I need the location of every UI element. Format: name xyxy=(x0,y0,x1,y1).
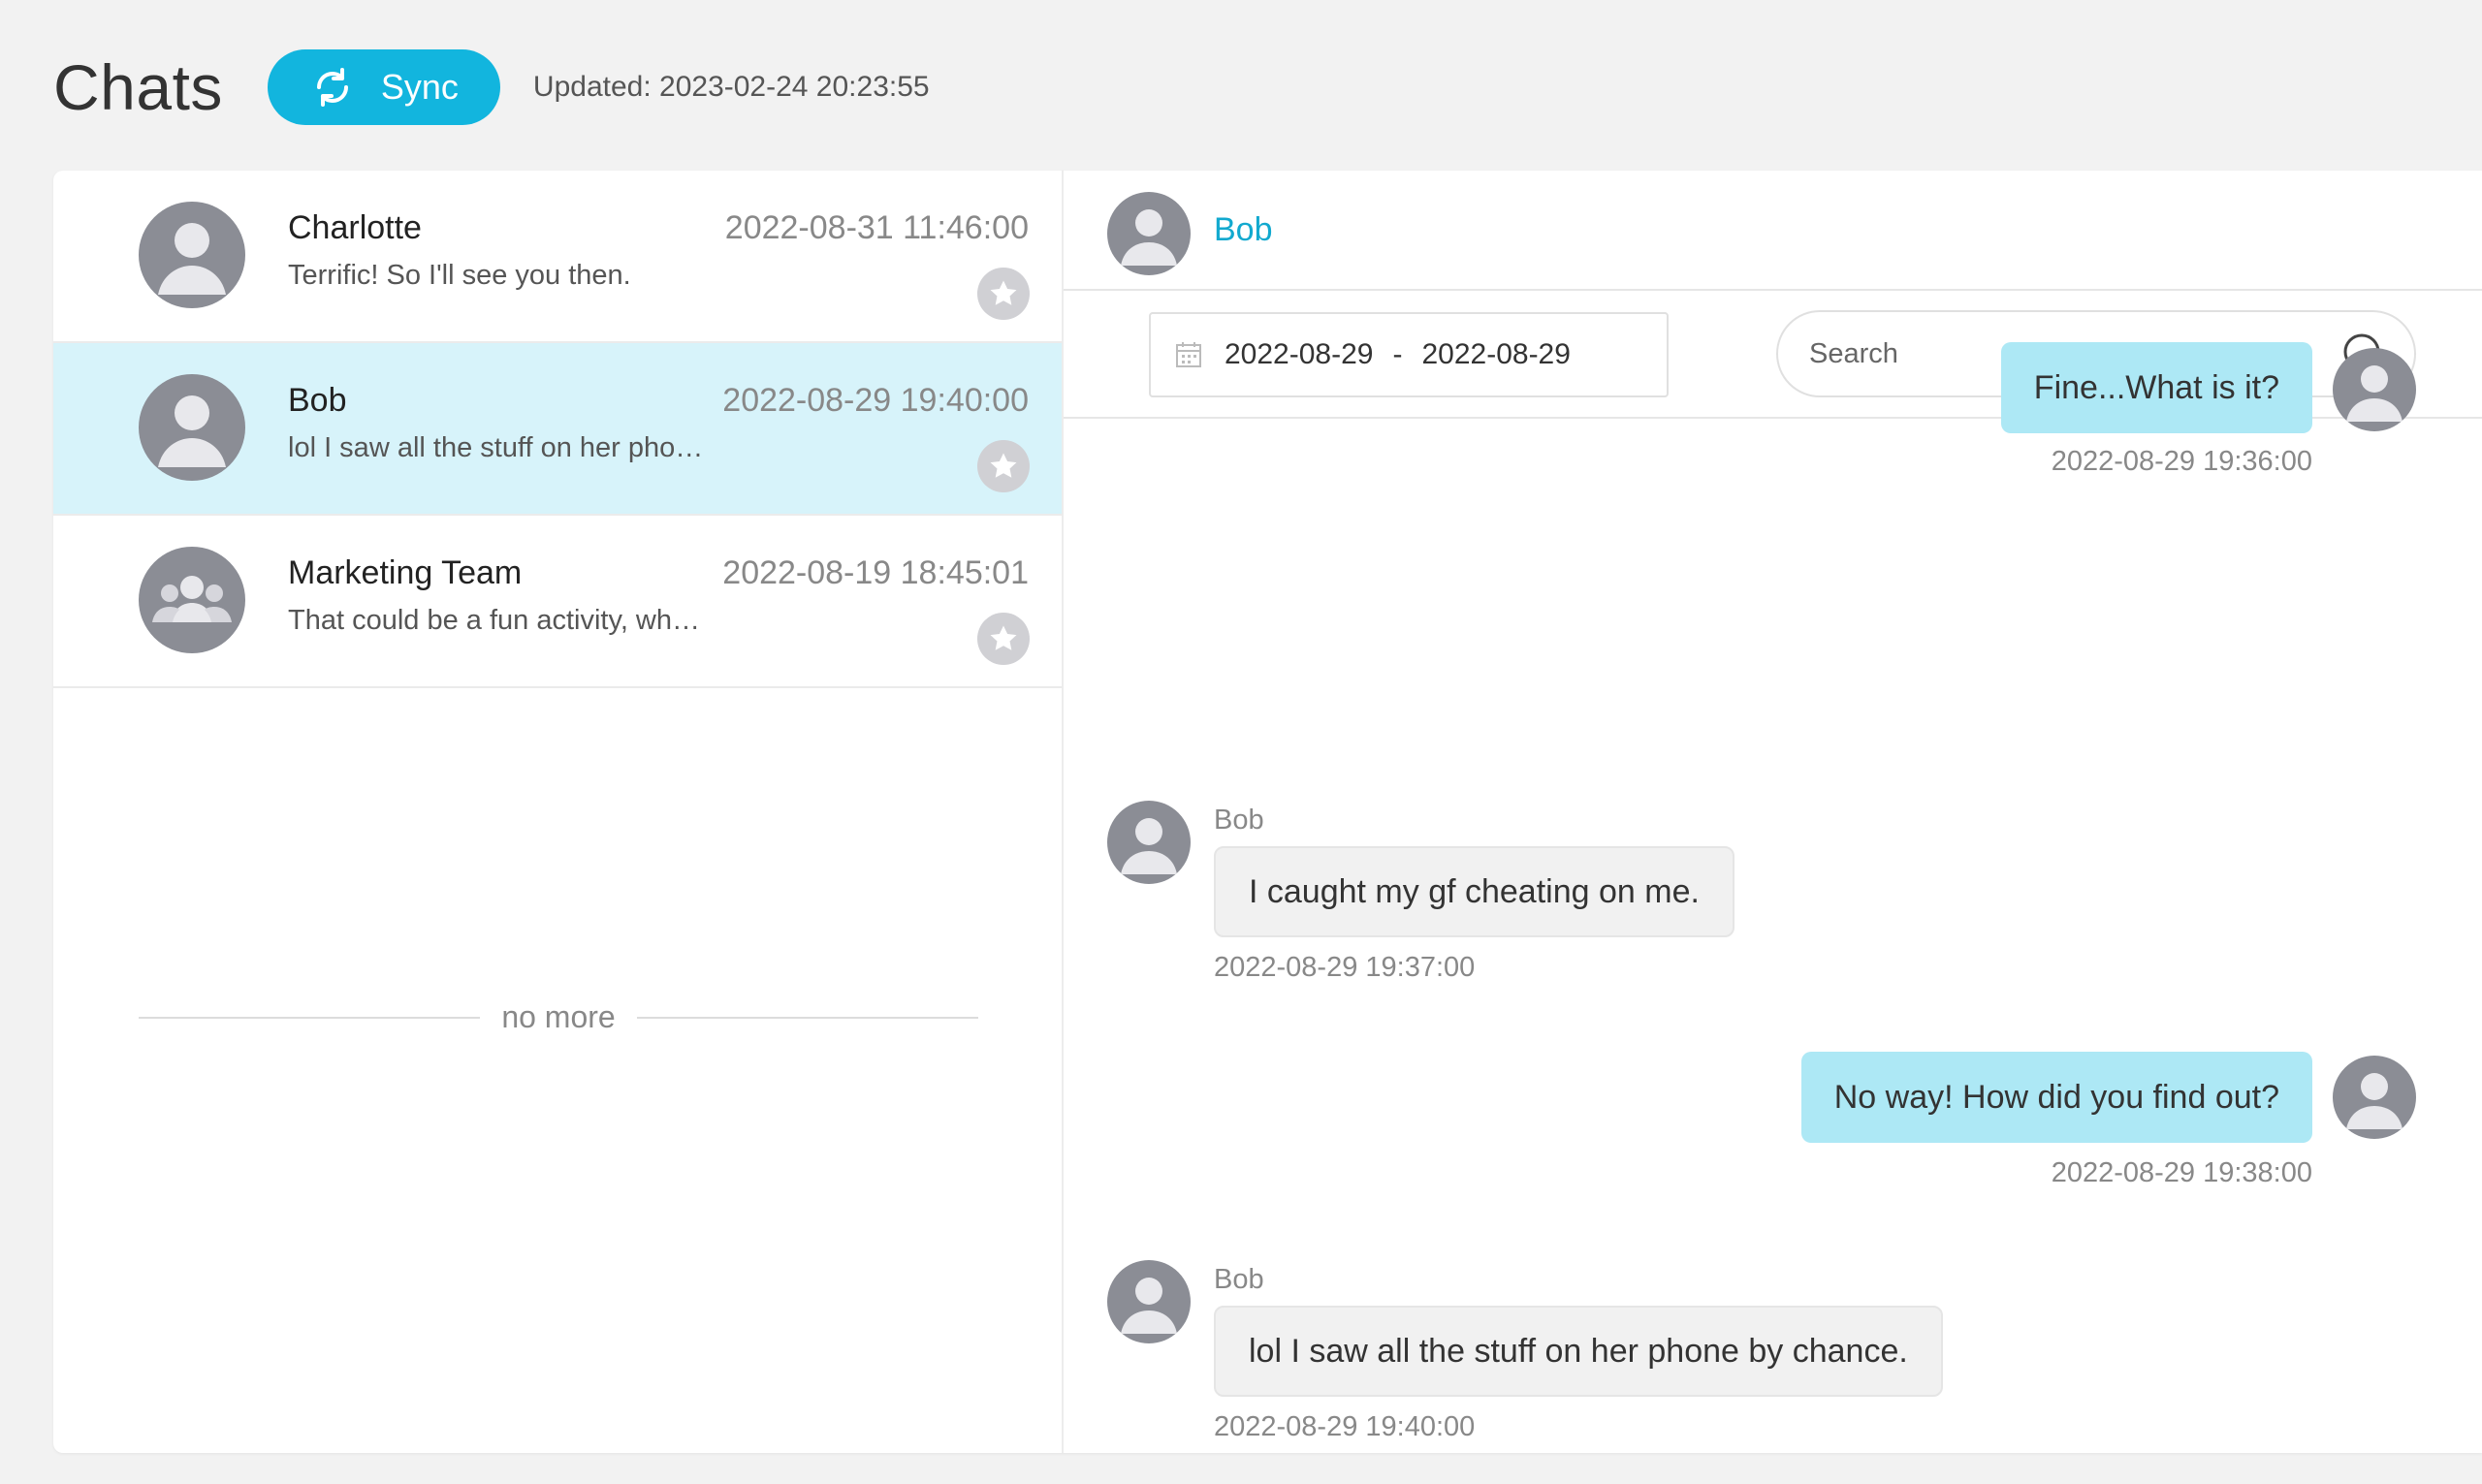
sync-button[interactable]: Sync xyxy=(267,49,500,125)
contact-avatar-icon xyxy=(1107,801,1191,884)
star-icon[interactable] xyxy=(977,613,1030,665)
group-avatar-icon xyxy=(139,547,245,653)
updated-timestamp: Updated: 2023-02-24 20:23:55 xyxy=(532,71,930,103)
message-text: No way! How did you find out? xyxy=(1833,1078,2279,1116)
message-list: Fine...What is it? 2022-08-29 19:36:00 B… xyxy=(1064,342,2482,1453)
calendar-icon xyxy=(1174,340,1203,369)
sender-name: Bob xyxy=(1214,1264,1264,1295)
contact-avatar-icon xyxy=(1107,192,1191,275)
page-title: Chats xyxy=(53,51,223,123)
divider-line xyxy=(636,1016,979,1019)
conversation-list: Charlotte 2022-08-31 11:46:00 Terrific! … xyxy=(53,171,1064,1453)
chat-detail: Bob 2022-08-29 - 2022-08-29 Search Fine.… xyxy=(1064,171,2482,1453)
message-time: 2022-08-29 19:38:00 xyxy=(2051,1157,2312,1188)
conversation-name: Bob xyxy=(288,382,347,419)
conversation-preview: Terrific! So I'll see you then. xyxy=(288,260,631,291)
self-avatar-icon xyxy=(2333,1056,2416,1139)
no-more-label: no more xyxy=(501,999,616,1034)
conversation-item-charlotte[interactable]: Charlotte 2022-08-31 11:46:00 Terrific! … xyxy=(53,171,1062,343)
date-separator: - xyxy=(1392,338,1403,370)
date-end[interactable]: 2022-08-29 xyxy=(1421,338,1570,371)
message-bubble-incoming[interactable]: I caught my gf cheating on me. xyxy=(1214,846,1734,937)
conversation-time: 2022-08-29 19:40:00 xyxy=(722,382,1029,419)
conversation-name: Marketing Team xyxy=(288,554,523,591)
conversation-time: 2022-08-31 11:46:00 xyxy=(724,209,1029,246)
message-text: lol I saw all the stuff on her phone by … xyxy=(1249,1332,1908,1370)
message-bubble-outgoing[interactable]: Fine...What is it? xyxy=(2000,342,2312,433)
sync-label: Sync xyxy=(380,67,459,107)
divider-line xyxy=(139,1016,481,1019)
chat-panel: Charlotte 2022-08-31 11:46:00 Terrific! … xyxy=(53,171,2482,1453)
sync-icon xyxy=(309,64,356,111)
conversation-time: 2022-08-19 18:45:01 xyxy=(722,554,1029,591)
person-avatar-icon xyxy=(139,202,245,308)
star-icon[interactable] xyxy=(977,440,1030,492)
person-avatar-icon xyxy=(139,374,245,481)
date-start[interactable]: 2022-08-29 xyxy=(1225,338,1373,371)
message-time: 2022-08-29 19:40:00 xyxy=(1214,1411,1476,1442)
conversation-name: Charlotte xyxy=(288,209,422,246)
message-bubble-outgoing[interactable]: No way! How did you find out? xyxy=(1800,1052,2312,1143)
conversation-item-bob[interactable]: Bob 2022-08-29 19:40:00 lol I saw all th… xyxy=(53,343,1062,516)
conversation-preview: lol I saw all the stuff on her phone by … xyxy=(288,432,705,463)
chat-header: Bob xyxy=(1064,171,2482,291)
conversation-preview: That could be a fun activity, what do yo… xyxy=(288,605,705,636)
star-icon[interactable] xyxy=(977,268,1030,320)
chat-contact-name[interactable]: Bob xyxy=(1214,211,1273,249)
conversation-item-marketing-team[interactable]: Marketing Team 2022-08-19 18:45:01 That … xyxy=(53,516,1062,688)
list-end-divider: no more xyxy=(139,999,979,1035)
message-text: I caught my gf cheating on me. xyxy=(1249,872,1700,910)
message-time: 2022-08-29 19:37:00 xyxy=(1214,952,1476,983)
date-range-picker[interactable]: 2022-08-29 - 2022-08-29 xyxy=(1149,312,1669,397)
self-avatar-icon xyxy=(2333,348,2416,431)
sender-name: Bob xyxy=(1214,805,1264,836)
header: Chats Sync Updated: 2023-02-24 20:23:55 xyxy=(53,48,930,126)
message-text: Fine...What is it? xyxy=(2033,368,2279,406)
message-time: 2022-08-29 19:36:00 xyxy=(2051,446,2312,477)
contact-avatar-icon xyxy=(1107,1260,1191,1343)
message-bubble-incoming[interactable]: lol I saw all the stuff on her phone by … xyxy=(1214,1306,1943,1397)
